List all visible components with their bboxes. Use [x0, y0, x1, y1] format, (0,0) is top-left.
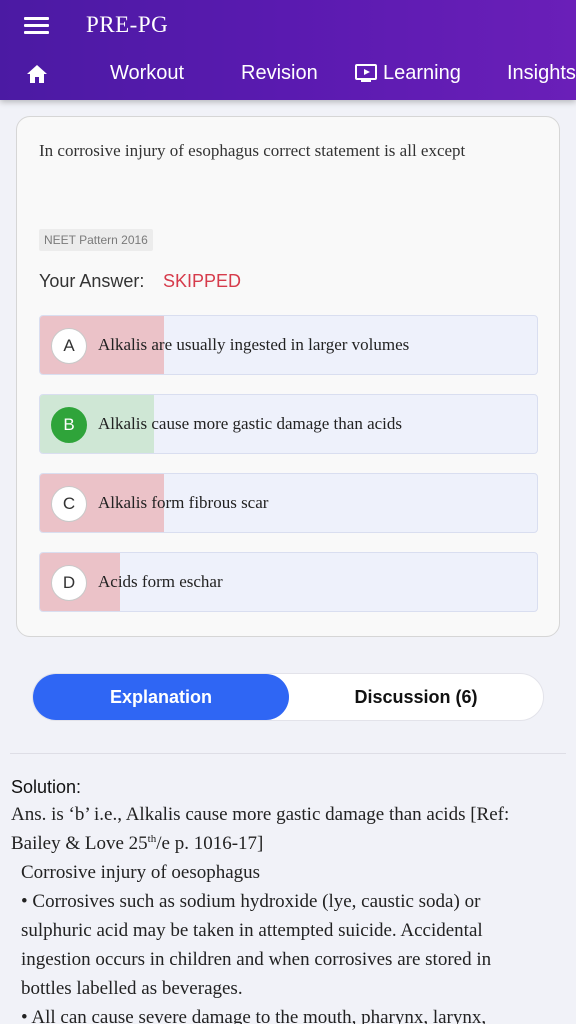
option-c-letter: C	[51, 486, 87, 522]
option-b[interactable]: B Alkalis cause more gastic damage than …	[39, 394, 538, 454]
solution-text-line: • All can cause severe damage to the mou…	[21, 1007, 487, 1024]
option-a-text: Alkalis are usually ingested in larger v…	[98, 335, 410, 354]
your-answer-label: Your Answer:	[39, 271, 145, 291]
nav-tab-learning-label: Learning	[383, 62, 461, 84]
solution-heading: Solution:	[11, 777, 82, 797]
option-b-text: Alkalis cause more gastic damage than ac…	[98, 414, 402, 433]
option-c-text: Alkalis form fibrous scar	[98, 493, 269, 512]
your-answer-status: SKIPPED	[163, 271, 242, 291]
app-header: PRE-PG Workout Revision Learning Insight…	[0, 0, 576, 100]
nav-tab-learning[interactable]: Learning	[355, 62, 461, 88]
solution-text-line: sulphuric acid may be taken in attempted…	[21, 920, 483, 941]
tab-discussion[interactable]: Discussion (6)	[289, 674, 543, 720]
option-b-letter: B	[51, 407, 87, 443]
exam-pattern-tag: NEET Pattern 2016	[39, 229, 153, 251]
option-d-letter: D	[51, 565, 87, 601]
tv-play-icon	[355, 63, 377, 88]
nav-tab-workout[interactable]: Workout	[110, 62, 184, 85]
option-a-letter: A	[51, 328, 87, 364]
app-title: PRE-PG	[86, 12, 169, 37]
section-divider	[10, 753, 566, 754]
reference-edition-suffix: th	[147, 833, 157, 845]
solution-answer-line: Ans. is ‘b’ i.e., Alkalis cause more gas…	[11, 804, 510, 825]
reference-pages: /e p. 1016-17]	[156, 833, 264, 854]
solution-subheading: Corrosive injury of oesophagus	[21, 862, 261, 883]
solution-text-line: • Corrosives such as sodium hydroxide (l…	[21, 891, 481, 912]
reference-text: Bailey & Love 25	[11, 833, 148, 854]
question-text: In corrosive injury of esophagus correct…	[39, 141, 466, 160]
solution-text-line: bottles labelled as beverages.	[21, 978, 243, 999]
solution-reference-line: Bailey & Love 25th/e p. 1016-17]	[11, 833, 263, 855]
home-icon[interactable]	[26, 64, 48, 84]
option-d-text: Acids form eschar	[98, 572, 223, 591]
question-card: In corrosive injury of esophagus correct…	[16, 116, 560, 637]
option-d[interactable]: D Acids form eschar	[39, 552, 538, 612]
option-c[interactable]: C Alkalis form fibrous scar	[39, 473, 538, 533]
hamburger-menu-icon[interactable]	[24, 15, 50, 37]
nav-tab-revision[interactable]: Revision	[241, 62, 318, 85]
explanation-discussion-toggle: Explanation Discussion (6)	[32, 673, 544, 721]
top-nav: Workout Revision Learning Insights	[0, 52, 576, 96]
tab-explanation[interactable]: Explanation	[33, 674, 289, 720]
nav-tab-insights[interactable]: Insights	[507, 62, 576, 85]
option-a[interactable]: A Alkalis are usually ingested in larger…	[39, 315, 538, 375]
solution-text-line: ingestion occurs in children and when co…	[21, 949, 492, 970]
